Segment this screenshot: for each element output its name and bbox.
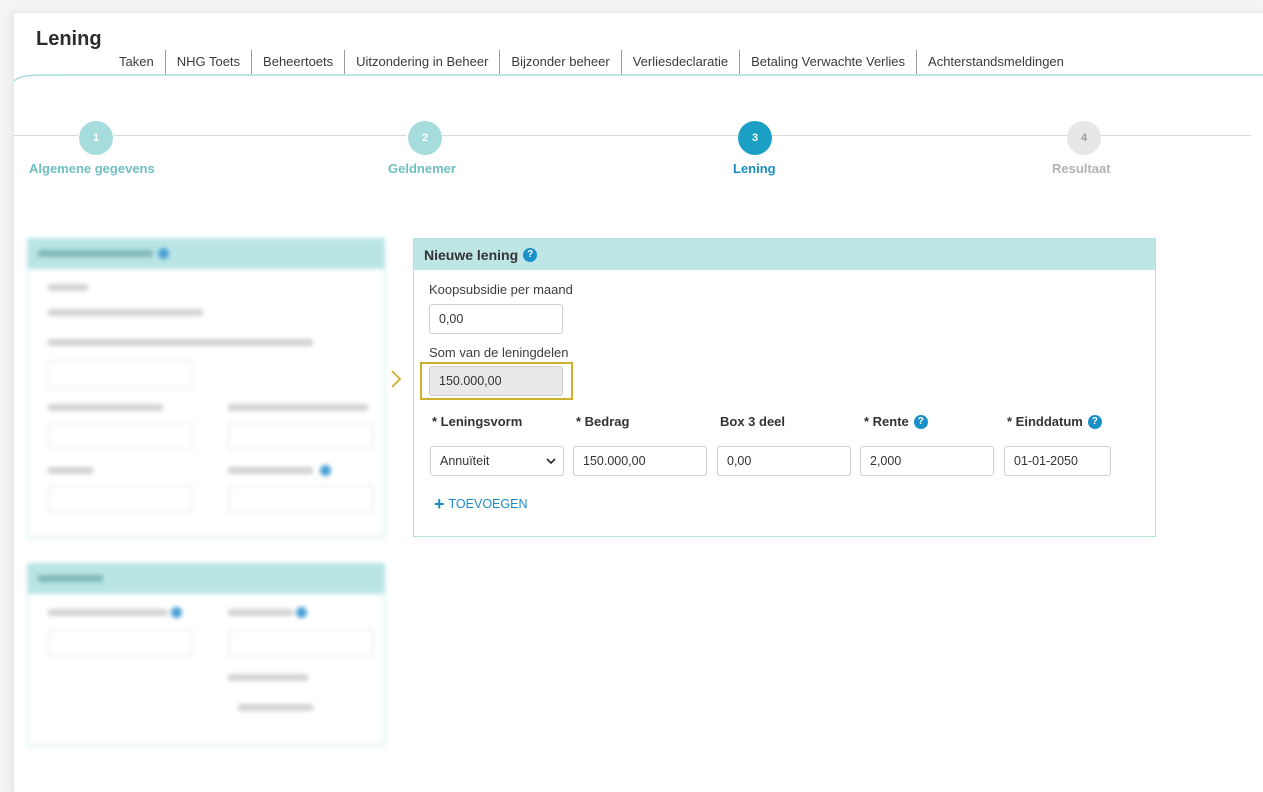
som-leningdelen-label: Som van de leningdelen [429,345,569,360]
question-circle-icon[interactable]: ? [523,247,538,262]
step-1-label: Algemene gegevens [29,161,155,176]
blurred-text [48,609,168,616]
blurred-text [228,609,293,616]
page-title: Lening [36,28,102,50]
step-4-circle: 4 [1067,121,1101,155]
step-3-label: Lening [733,161,776,176]
leningsvorm-selected: Annuïteit [440,454,490,468]
col-rente-label: * Rente [864,414,909,429]
stepper-line [114,135,406,136]
blurred-text [228,467,313,474]
step-1-circle: 1 [79,121,113,155]
stepper-line [772,135,1067,136]
help-icon [158,248,169,259]
col-box3: Box 3 deel [720,414,785,429]
einddatum-input[interactable]: 01-01-2050 [1004,446,1111,476]
blurred-field [48,485,193,513]
plus-icon: + [434,494,445,514]
rente-input[interactable]: 2,000 [860,446,994,476]
col-leningsvorm-label: * Leningsvorm [432,414,523,429]
chevron-right-icon [391,370,402,388]
col-leningsvorm: * Leningsvorm [432,414,522,429]
step-4-label: Resultaat [1052,161,1111,176]
step-3-circle: 3 [738,121,772,155]
blurred-field [48,361,193,389]
stepper-line [442,135,738,136]
blurred-text [38,575,103,582]
chevron-down-icon [546,458,556,465]
help-icon [320,465,331,476]
bedrag-input[interactable]: 150.000,00 [573,446,707,476]
col-einddatum-label: * Einddatum [1007,414,1083,429]
blurred-text [48,309,203,316]
new-loan-title: Nieuwe lening [424,246,519,263]
blurred-field [228,629,373,657]
blurred-text [48,284,88,291]
blurred-field [48,629,193,657]
col-bedrag: * Bedrag [576,414,629,429]
help-icon [171,607,182,618]
blurred-panel-header [28,564,384,594]
stepper-line [13,135,78,136]
step-2-circle: 2 [408,121,442,155]
blurred-field [228,422,373,450]
blurred-text [48,467,93,474]
blurred-text [228,674,308,681]
stepper-line [1101,135,1251,136]
col-box3-label: Box 3 deel [720,414,786,429]
add-loan-part-label: TOEVOEGEN [448,497,528,511]
new-loan-panel-header: Nieuwe lening ? [414,239,1155,270]
col-rente: * Rente? [864,414,928,429]
col-einddatum: * Einddatum? [1007,414,1102,429]
step-2-label: Geldnemer [388,161,456,176]
blurred-text [48,404,163,411]
blurred-text [38,250,153,257]
question-circle-icon[interactable]: ? [913,414,928,429]
koopsubsidie-label: Koopsubsidie per maand [429,282,573,297]
blurred-field [48,422,193,450]
blurred-panel-header [28,239,384,269]
current-loan-panel-blurred [27,238,385,538]
highlight-box [420,362,573,400]
question-circle-icon[interactable]: ? [1087,414,1102,429]
koopsubsidie-input[interactable]: 0,00 [429,304,563,334]
box3-input[interactable]: 0,00 [717,446,851,476]
header-divider-curve [14,74,1263,82]
blurred-text [228,404,368,411]
blurred-field [228,485,373,513]
leningsvorm-select[interactable]: Annuïteit [430,446,564,476]
blurred-text [48,339,313,346]
col-bedrag-label: * Bedrag [576,414,630,429]
help-icon [296,607,307,618]
add-loan-part-button[interactable]: + TOEVOEGEN [434,494,528,514]
blurred-text [238,704,313,711]
main-sum-panel-blurred [27,563,385,746]
